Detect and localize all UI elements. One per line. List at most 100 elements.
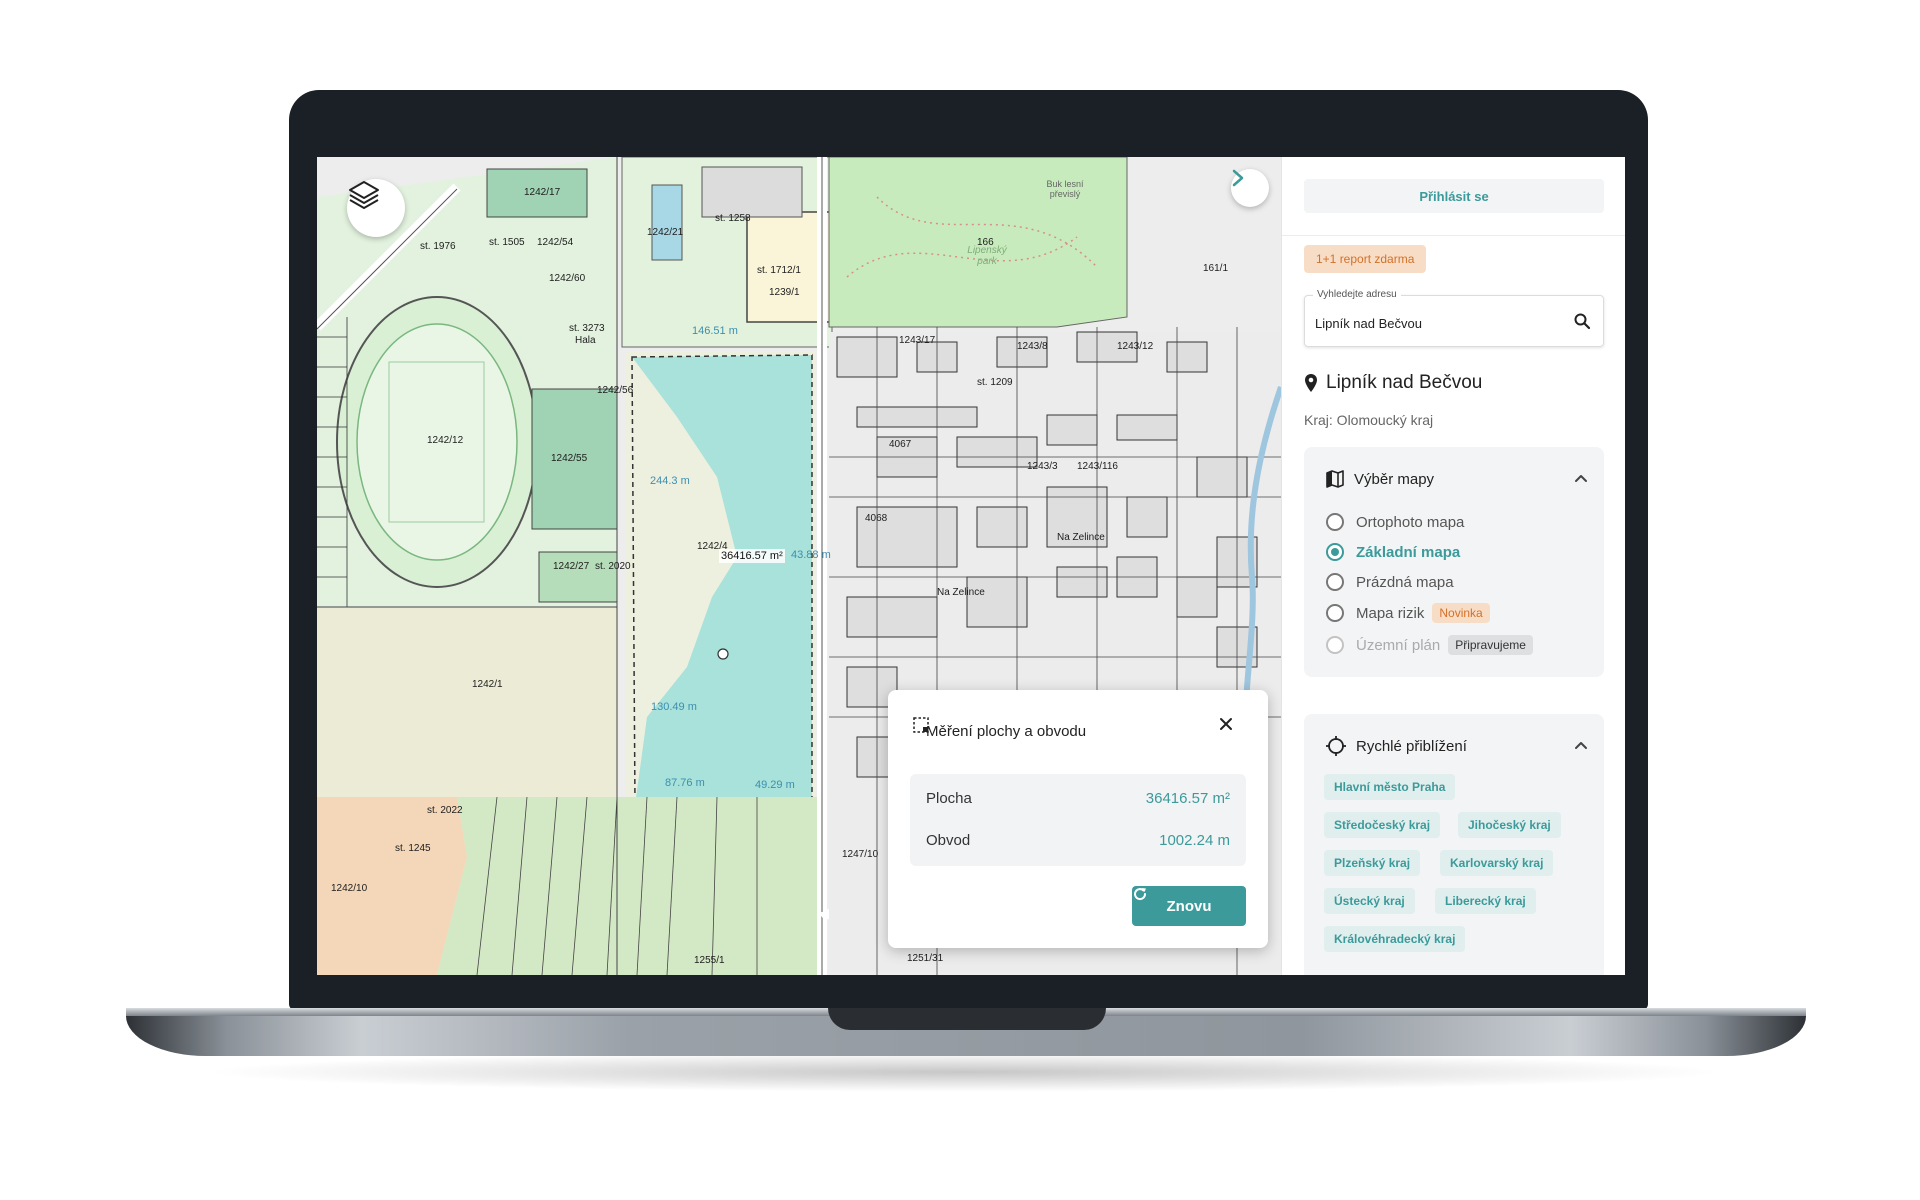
- map-label: 1243/116: [1077, 461, 1118, 472]
- refresh-icon: [1134, 888, 1147, 901]
- layers-icon: [349, 181, 379, 209]
- map-label: st. 1245: [395, 843, 431, 854]
- map-option-orthophoto[interactable]: Ortophoto mapa: [1326, 511, 1464, 533]
- new-badge: Novinka: [1432, 603, 1490, 623]
- area-label: Plocha: [926, 790, 972, 807]
- coming-soon-badge: Připravujeme: [1448, 635, 1533, 655]
- map-label: 1242/27: [553, 561, 590, 572]
- map-label: 1243/17: [899, 335, 936, 346]
- sidebar: Přihlásit se 1+1 report zdarma Vyhledejt…: [1281, 157, 1625, 975]
- cadastral-map[interactable]: 1242/17 st. 1976 st. 1505 1242/54 1242/6…: [317, 157, 1281, 975]
- app-screen: 1242/17 st. 1976 st. 1505 1242/54 1242/6…: [317, 157, 1625, 975]
- measure-panel-title: Měření plochy a obvodu: [926, 722, 1087, 740]
- map-label: 1242/55: [551, 453, 588, 464]
- map-label: st. 1712/1: [757, 265, 801, 276]
- area-select-icon: [913, 717, 929, 733]
- radio-button[interactable]: [1326, 513, 1344, 531]
- map-label: st. 2020: [595, 561, 631, 572]
- login-button[interactable]: Přihlásit se: [1304, 179, 1604, 213]
- radio-button-disabled: [1326, 636, 1344, 654]
- map-option-label: Prázdná mapa: [1356, 573, 1454, 591]
- map-label: st. 1258: [715, 213, 751, 224]
- close-measure-button[interactable]: [1218, 716, 1248, 746]
- map-option-label: Územní plán: [1356, 636, 1441, 654]
- collapse-sidebar-button[interactable]: [1231, 169, 1269, 207]
- radio-button[interactable]: [1326, 604, 1344, 622]
- chevron-up-icon[interactable]: [1574, 473, 1588, 483]
- measure-results: Plocha 36416.57 m² Obvod 1002.24 m: [910, 774, 1246, 866]
- map-label: 1247/10: [842, 849, 879, 860]
- map-label: 1239/1: [769, 287, 800, 298]
- search-input[interactable]: [1315, 312, 1565, 334]
- measure-again-label: Znovu: [1166, 897, 1212, 915]
- map-select-header[interactable]: Výběr mapy: [1326, 467, 1588, 491]
- search-label: Vyhledejte adresu: [1313, 289, 1401, 300]
- map-label: st. 2022: [427, 805, 463, 816]
- map-label: st. 1976: [420, 241, 456, 252]
- map-label: st. 3273: [569, 323, 605, 334]
- region-chip[interactable]: Jihočeský kraj: [1458, 812, 1561, 838]
- quick-zoom-header[interactable]: Rychlé přiblížení: [1326, 734, 1588, 758]
- chevron-up-icon[interactable]: [1574, 740, 1588, 750]
- map-option-risks[interactable]: Mapa rizik Novinka: [1326, 602, 1490, 624]
- measured-area-label: 36416.57 m²: [719, 549, 785, 563]
- place-region: Kraj: Olomoucký kraj: [1304, 412, 1434, 428]
- map-option-empty[interactable]: Prázdná mapa: [1326, 571, 1454, 593]
- search-icon[interactable]: [1573, 312, 1591, 330]
- region-chip[interactable]: Karlovarský kraj: [1440, 850, 1554, 876]
- laptop-notch: [828, 1008, 1106, 1030]
- region-chip[interactable]: Královéhradecký kraj: [1324, 926, 1466, 952]
- map-option-base[interactable]: Základní mapa: [1326, 541, 1460, 563]
- map-label: st. 1505: [489, 237, 525, 248]
- map-select-title: Výběr mapy: [1354, 470, 1435, 488]
- quick-zoom-card: Rychlé přiblížení Hlavní město Praha Stř…: [1304, 714, 1604, 975]
- measure-again-button[interactable]: Znovu: [1132, 886, 1246, 926]
- crosshair-icon: [1326, 736, 1346, 756]
- map-label: 1242/54: [537, 237, 574, 248]
- chevron-right-icon: [1232, 169, 1244, 187]
- radio-button-selected[interactable]: [1326, 543, 1344, 561]
- map-option-label: Mapa rizik: [1356, 604, 1425, 622]
- map-label: 4068: [865, 513, 888, 524]
- map-label: Hala: [575, 335, 596, 346]
- promo-badge[interactable]: 1+1 report zdarma: [1304, 245, 1427, 273]
- region-chip[interactable]: Středočeský kraj: [1324, 812, 1441, 838]
- close-icon: [1220, 718, 1232, 730]
- place-title: Lipník nad Bečvou: [1304, 372, 1482, 394]
- map-label: st. 1209: [977, 377, 1013, 388]
- region-chip[interactable]: Hlavní město Praha: [1324, 774, 1456, 800]
- map-label: 161/1: [1203, 263, 1229, 274]
- street-label: Na Zelince: [937, 587, 985, 598]
- quick-zoom-title: Rychlé přiblížení: [1356, 737, 1467, 755]
- segment-length-label: 130.49 m: [651, 701, 697, 713]
- map-icon: [1326, 470, 1344, 488]
- map-label: 1255/1: [694, 955, 725, 966]
- map-label: 1242/56: [597, 385, 634, 396]
- layers-button[interactable]: [347, 179, 405, 237]
- map-option-label: Základní mapa: [1356, 543, 1461, 561]
- address-search[interactable]: Vyhledejte adresu: [1304, 289, 1604, 347]
- map-option-zoning: Územní plán Připravujeme: [1326, 634, 1533, 656]
- region-chip[interactable]: Ústecký kraj: [1324, 888, 1415, 914]
- region-chip[interactable]: Liberecký kraj: [1435, 888, 1536, 914]
- map-label: 1242/17: [524, 187, 561, 198]
- region-chip[interactable]: Plzeňský kraj: [1324, 850, 1421, 876]
- street-label: Na Zelince: [1057, 532, 1105, 543]
- map-label: 1242/60: [549, 273, 586, 284]
- map-label: 1242/21: [647, 227, 684, 238]
- segment-length-label: 49.29 m: [755, 779, 795, 791]
- segment-length-label: 43.88 m: [791, 549, 831, 561]
- area-value: 36416.57 m²: [1145, 790, 1230, 807]
- map-label: 1242/10: [331, 883, 368, 894]
- radio-button[interactable]: [1326, 573, 1344, 591]
- map-label: 1243/8: [1017, 341, 1048, 352]
- park-label: Lipenský park: [967, 245, 1007, 267]
- divider: [1282, 235, 1625, 236]
- location-pin-icon: [1305, 374, 1317, 392]
- map-label: 1243/12: [1117, 341, 1154, 352]
- map-option-label: Ortophoto mapa: [1356, 513, 1465, 531]
- map-label: 1242/1: [472, 679, 503, 690]
- map-label: 4067: [889, 439, 912, 450]
- perimeter-row: Obvod 1002.24 m: [926, 832, 1230, 852]
- perimeter-label: Obvod: [926, 832, 971, 849]
